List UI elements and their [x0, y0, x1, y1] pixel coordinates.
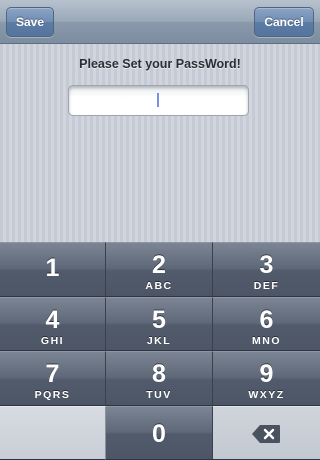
key-5[interactable]: 5 JKL: [106, 297, 213, 351]
blank-key: [0, 406, 106, 460]
key-4[interactable]: 4 GHI: [0, 297, 106, 351]
key-digit: 9: [259, 360, 274, 388]
key-letters: GHI: [40, 335, 65, 347]
key-digit: 2: [152, 251, 166, 279]
key-digit: 3: [259, 251, 274, 279]
save-button[interactable]: Save: [6, 7, 54, 37]
key-letters: JKL: [146, 335, 172, 347]
key-letters: MNO: [252, 335, 281, 347]
numeric-keypad: 1 2 ABC 3 DEF 4 GHI 5 JKL 6 MNO 7 PQRS 8…: [0, 242, 320, 460]
key-letters: WXYZ: [248, 389, 285, 401]
key-letters: PQRS: [34, 389, 71, 401]
cancel-button[interactable]: Cancel: [254, 7, 314, 37]
key-6[interactable]: 6 MNO: [213, 297, 320, 351]
key-letters: TUV: [146, 389, 172, 401]
key-digit: 8: [152, 360, 166, 388]
backspace-icon: [251, 424, 281, 449]
screen: Save Cancel Please Set your PassWord! 1 …: [0, 0, 320, 460]
key-letters: DEF: [253, 280, 280, 292]
navigation-bar: Save Cancel: [0, 0, 320, 44]
key-digit: 4: [45, 306, 60, 334]
key-2[interactable]: 2 ABC: [106, 242, 213, 297]
key-8[interactable]: 8 TUV: [106, 351, 213, 406]
text-cursor: [157, 93, 159, 107]
key-digit: 6: [259, 306, 274, 334]
key-digit: 1: [45, 254, 60, 282]
key-digit: 0: [152, 420, 166, 448]
key-3[interactable]: 3 DEF: [213, 242, 320, 297]
delete-button[interactable]: [213, 406, 320, 460]
key-0[interactable]: 0: [106, 406, 213, 460]
key-digit: 7: [45, 360, 60, 388]
key-letters: ABC: [145, 280, 173, 292]
key-1[interactable]: 1: [0, 242, 106, 297]
key-9[interactable]: 9 WXYZ: [213, 351, 320, 406]
key-7[interactable]: 7 PQRS: [0, 351, 106, 406]
key-digit: 5: [152, 306, 166, 334]
password-prompt-label: Please Set your PassWord!: [79, 57, 241, 71]
